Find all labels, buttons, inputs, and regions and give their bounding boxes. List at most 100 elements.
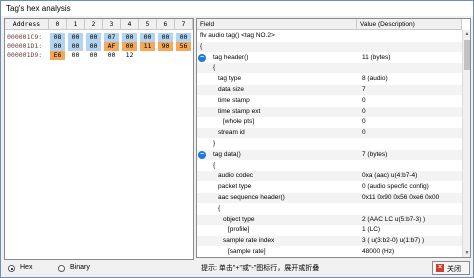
tree-row[interactable]: audio codec 0xa (aac) u(4:b7-4) (197, 171, 462, 182)
tree-row[interactable]: [profile] 1 (LC) (197, 225, 462, 235)
tree-field-label: time stamp (218, 96, 250, 104)
view-mode-group: Hex Binary (4, 263, 194, 275)
tree-field-label: [sample rate] (228, 248, 266, 255)
title-bar: Tag's hex analysis (1, 1, 473, 16)
status-bar: 提示: 单击"+"或"-"图标行，展开或折叠 (196, 260, 434, 275)
scroll-thumb[interactable] (464, 40, 470, 70)
tree-field-value: 11 (bytes) (362, 53, 391, 61)
tree-row[interactable]: packet type 0 (audio specfic config) (197, 182, 462, 192)
hex-byte[interactable]: 11 (140, 42, 155, 51)
hex-byte[interactable]: 12 (122, 51, 137, 60)
hex-byte[interactable]: 00 (122, 33, 137, 42)
hex-byte[interactable]: 56 (176, 42, 191, 51)
tree-row[interactable]: − tag header() 11 (bytes) (197, 53, 462, 63)
hex-byte[interactable]: 00 (86, 42, 101, 51)
hex-byte[interactable]: AF (104, 42, 119, 51)
scroll-down-icon[interactable]: ▼ (463, 249, 470, 257)
hex-radio-label: Hex (20, 264, 33, 271)
column-header-value[interactable]: Value (Description) (357, 19, 462, 30)
byte-column-header: 2 (85, 19, 103, 30)
hex-byte[interactable]: 00 (122, 42, 137, 51)
tree-field-value: 7 (bytes) (362, 150, 388, 158)
tree-row[interactable]: stream id 0 (197, 128, 462, 139)
tree-field-value: 3 ( u(3:b2-0) u(1:b7) ) (362, 237, 425, 245)
tree-row[interactable]: [sample rate] 48000 (Hz) (197, 247, 462, 257)
hex-byte[interactable]: 08 (50, 33, 65, 42)
byte-column-header: 0 (49, 19, 67, 30)
hex-byte[interactable]: 00 (68, 42, 83, 51)
hex-byte[interactable] (158, 51, 173, 60)
hex-byte[interactable]: 00 (176, 33, 191, 42)
tree-field-value: 0xa (aac) u(4:b7-4) (362, 172, 418, 180)
tree-row[interactable]: { (197, 204, 462, 214)
binary-radio-label: Binary (70, 264, 90, 271)
tree-field-label: [whole pts] (223, 118, 255, 126)
vertical-scrollbar[interactable]: ▲ ▼ (462, 30, 470, 257)
tree-row[interactable]: time stamp 0 (197, 96, 462, 106)
tree-field-value: 0 (362, 118, 366, 126)
tree-field-value: 0 (362, 96, 366, 104)
byte-column-header: 5 (139, 19, 157, 30)
tree-field-value: 1 (LC) (362, 226, 381, 234)
collapse-icon[interactable]: − (198, 53, 206, 62)
tree-row[interactable]: } (197, 139, 462, 149)
hex-byte[interactable] (140, 51, 155, 60)
tree-field-value: 8 (audio) (362, 75, 388, 83)
hex-byte[interactable]: 90 (158, 42, 173, 51)
hex-byte[interactable] (176, 51, 191, 60)
tree-field-label: { (213, 64, 216, 72)
tree-field-label: { (200, 42, 203, 50)
hex-byte[interactable]: 00 (140, 33, 155, 42)
tree-field-label: [profile] (228, 226, 250, 234)
tree-row[interactable]: { (197, 63, 462, 74)
tree-field-label: tag data() (213, 150, 241, 158)
tree-field-label: stream id (218, 129, 245, 137)
hex-byte[interactable]: 00 (68, 51, 83, 60)
hex-row[interactable]: 000001D9: E6 00 00 00 12 (5, 51, 193, 60)
tree-field-label: flv audio tag() <tag NO.2> (200, 32, 275, 39)
hex-byte[interactable]: 00 (158, 33, 173, 42)
tree-row[interactable]: aac sequence header() 0x11 0x90 0x56 0xe6… (197, 193, 462, 203)
tree-field-label: data size (218, 86, 245, 93)
tree-row[interactable]: { (197, 161, 462, 171)
hex-byte[interactable]: 00 (86, 51, 101, 60)
scroll-up-icon[interactable]: ▲ (463, 30, 470, 38)
tree-row[interactable]: { (197, 41, 462, 52)
hex-byte[interactable]: 00 (50, 42, 65, 51)
column-header-field[interactable]: Field (197, 19, 357, 30)
hex-byte[interactable]: 00 (86, 33, 101, 42)
tree-row[interactable]: object type 2 (AAC LC u(5:b7-3) ) (197, 214, 462, 225)
hex-header-row: Address 0 1 2 3 4 5 6 7 (5, 19, 193, 31)
tree-field-label: tag header() (213, 53, 249, 61)
tree-row[interactable]: sample rate index 3 ( u(3:b2-0) u(1:b7) ) (197, 236, 462, 247)
tree-field-label: object type (223, 215, 255, 223)
tree-field-label: sample rate index (223, 237, 275, 245)
close-button-label: 关闭 (447, 266, 461, 273)
tree-row[interactable]: tag type 8 (audio) (197, 74, 462, 84)
close-icon: × (436, 264, 444, 272)
hex-row[interactable]: 000001D1: 00 00 00 AF 00 11 90 56 (5, 42, 193, 51)
tree-row[interactable]: [whole pts] 0 (197, 117, 462, 127)
byte-column-header: 1 (67, 19, 85, 30)
hex-row[interactable]: 000001C9: 08 00 00 07 00 00 00 00 (5, 33, 193, 42)
tree-row[interactable]: flv audio tag() <tag NO.2> (197, 31, 462, 41)
tree-field-label: packet type (218, 183, 252, 191)
tree-field-label: aac sequence header() (218, 194, 285, 201)
tree-row[interactable]: data size 7 (197, 85, 462, 95)
radio-unselected-icon (58, 265, 65, 272)
close-button[interactable]: × 关闭 (432, 261, 470, 275)
tree-field-label: } (213, 140, 216, 147)
hex-byte[interactable]: 07 (104, 33, 119, 42)
hex-byte[interactable]: 00 (68, 33, 83, 42)
hex-byte[interactable]: E6 (50, 51, 65, 60)
collapse-icon[interactable]: − (198, 150, 206, 159)
hex-panel[interactable]: Address 0 1 2 3 4 5 6 7 000001C9: 08 00 00 07 00 00 00 0… (4, 18, 194, 260)
tree-field-value: 7 (362, 86, 366, 93)
tree-field-label: time stamp ext (218, 107, 261, 115)
hex-byte[interactable]: 00 (104, 51, 119, 60)
field-tree-panel[interactable]: Field Value (Description) flv audio tag(… (196, 18, 471, 258)
hex-address: 000001D1: (7, 42, 43, 50)
tree-row[interactable]: − tag data() 7 (bytes) (197, 149, 462, 160)
tree-row[interactable]: time stamp ext 0 (197, 106, 462, 117)
byte-column-header: 4 (121, 19, 139, 30)
